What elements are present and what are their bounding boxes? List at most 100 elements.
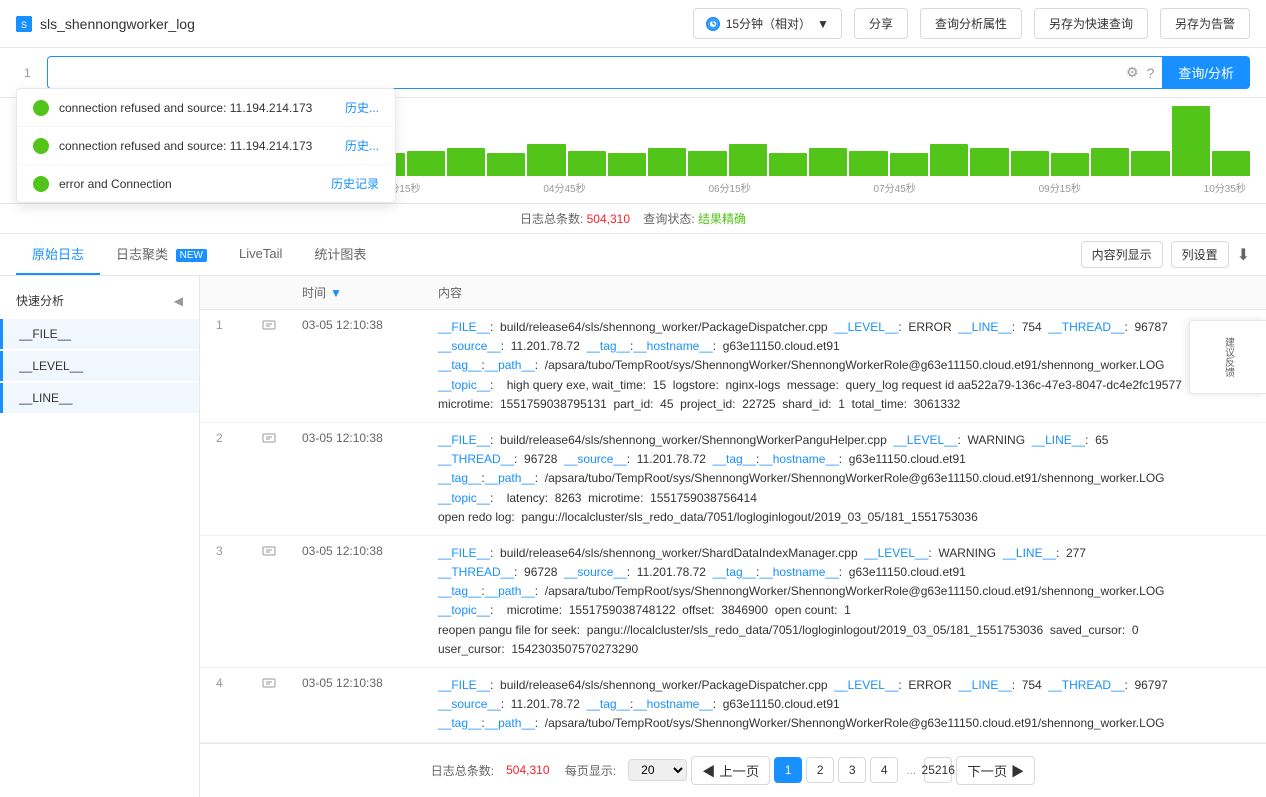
pagination-page-size-label: 每页显示: (562, 762, 617, 779)
row-content: __FILE__: build/release64/sls/shennong_w… (438, 431, 1250, 527)
chart-x-label: 10分35秒 (1204, 180, 1246, 195)
col-header-content: 内容 (438, 284, 1250, 301)
row-time: 03-05 12:10:38 (302, 318, 422, 332)
row-time: 03-05 12:10:38 (302, 544, 422, 558)
svg-text:S: S (21, 20, 27, 30)
chart-bar (1051, 153, 1089, 176)
chevron-right-icon: ▶ (1011, 764, 1024, 779)
sort-icon[interactable]: ▼ (330, 286, 342, 300)
chart-bar (1172, 106, 1210, 176)
dropdown-item[interactable]: connection refused and source: 11.194.21… (17, 127, 395, 165)
chart-bar (849, 151, 887, 176)
stats-query-status-value: 结果精确 (698, 212, 746, 226)
history-icon (33, 176, 49, 192)
page-num-2[interactable]: 2 (806, 757, 834, 783)
history-icon (33, 138, 49, 154)
chevron-down-icon: ▼ (817, 17, 829, 31)
sidebar-title: 快速分析 (16, 292, 64, 309)
search-input-wrap: ⚙ ? 查询/分析 (47, 56, 1250, 89)
history-tag[interactable]: 历史... (345, 137, 379, 154)
share-button[interactable]: 分享 (854, 8, 908, 39)
stats-total-count: 504,310 (587, 212, 630, 226)
time-range-label: 15分钟（相对） (726, 15, 811, 32)
chart-bar (487, 153, 525, 176)
row-num: 2 (216, 431, 246, 445)
page-num-4[interactable]: 4 (870, 757, 898, 783)
sidebar-header: 快速分析 ◀ (0, 284, 199, 317)
save-quick-button[interactable]: 另存为快速查询 (1034, 8, 1148, 39)
feedback-panel: 建议反馈 (1189, 320, 1266, 394)
row-content: __FILE__: build/release64/sls/shennong_w… (438, 318, 1250, 414)
table-row: 2 03-05 12:10:38 __FILE__: build/release… (200, 423, 1266, 536)
next-page-button[interactable]: 下一页 ▶ (956, 756, 1035, 785)
content-display-button[interactable]: 内容列显示 (1081, 241, 1163, 268)
help-icon[interactable]: ? (1147, 65, 1155, 81)
tab-livetail[interactable]: LiveTail (223, 236, 298, 273)
history-icon (33, 100, 49, 116)
chart-bar (568, 151, 606, 176)
page-num-last[interactable]: 25216 (924, 757, 952, 783)
sidebar-item-file[interactable]: __FILE__ (0, 319, 199, 349)
download-icon[interactable]: ⬇ (1237, 245, 1250, 265)
chart-x-label: 06分15秒 (708, 180, 750, 195)
chart-bar (1091, 148, 1129, 176)
page-size-select[interactable]: 20 50 100 (628, 759, 687, 781)
table-row: 3 03-05 12:10:38 __FILE__: build/release… (200, 536, 1266, 668)
chart-bar (447, 148, 485, 176)
history-tag[interactable]: 历史... (345, 99, 379, 116)
chart-bar (527, 144, 565, 176)
sidebar-item-line[interactable]: __LINE__ (0, 383, 199, 413)
row-expand-icon[interactable] (262, 431, 286, 448)
row-time: 03-05 12:10:38 (302, 676, 422, 690)
chart-bar (809, 148, 847, 176)
prev-page-button[interactable]: ◀ 上一页 (691, 756, 770, 785)
tab-stats[interactable]: 统计图表 (298, 234, 382, 275)
row-expand-icon[interactable] (262, 544, 286, 561)
sidebar: 快速分析 ◀ __FILE__ __LEVEL__ __LINE__ (0, 276, 200, 797)
clock-icon (706, 17, 720, 31)
search-area: 1 ⚙ ? 查询/分析 connection refused and sourc… (0, 48, 1266, 98)
pagination-total-label: 日志总条数: (431, 762, 494, 779)
chart-bar (930, 144, 968, 176)
row-expand-icon[interactable] (262, 676, 286, 693)
dropdown-item[interactable]: connection refused and source: 11.194.21… (17, 89, 395, 127)
chart-x-label: 04分45秒 (543, 180, 585, 195)
sidebar-item-level[interactable]: __LEVEL__ (0, 351, 199, 381)
main-content: 快速分析 ◀ __FILE__ __LEVEL__ __LINE__ 时间 ▼ … (0, 276, 1266, 797)
new-badge: NEW (176, 249, 207, 262)
row-content: __FILE__: build/release64/sls/shennong_w… (438, 544, 1250, 659)
chart-bar (729, 144, 767, 176)
dropdown-item-text: connection refused and source: 11.194.21… (59, 101, 335, 115)
tab-log-cluster[interactable]: 日志聚类 NEW (100, 234, 223, 275)
settings-icon[interactable]: ⚙ (1126, 64, 1139, 81)
search-icons: ⚙ ? (1126, 64, 1154, 81)
chart-bar (1011, 151, 1049, 176)
col-header-time: 时间 ▼ (302, 284, 422, 301)
page-num-1[interactable]: 1 (774, 757, 802, 783)
stats-query-status-label: 查询状态: (643, 212, 694, 226)
chart-x-label: 07分45秒 (874, 180, 916, 195)
chart-bar (970, 148, 1008, 176)
app-logo: S sls_shennongworker_log (16, 16, 195, 32)
pagination-total-count: 504,310 (506, 763, 549, 777)
app-title: sls_shennongworker_log (40, 16, 195, 32)
query-analysis-button[interactable]: 查询/分析 (1162, 57, 1250, 88)
row-expand-icon[interactable] (262, 318, 286, 335)
col-settings-button[interactable]: 列设置 (1171, 241, 1229, 268)
sidebar-collapse-icon[interactable]: ◀ (174, 294, 183, 308)
stats-bar: 日志总条数: 504,310 查询状态: 结果精确 (0, 204, 1266, 234)
chevron-left-icon: ◀ (702, 764, 715, 779)
history-tag[interactable]: 历史记录 (331, 175, 379, 192)
dropdown-item-text: connection refused and source: 11.194.21… (59, 139, 335, 153)
sidebar-item-label: __FILE__ (19, 327, 71, 341)
tab-raw-log[interactable]: 原始日志 (16, 234, 100, 275)
dropdown-item[interactable]: error and Connection 历史记录 (17, 165, 395, 202)
query-attr-button[interactable]: 查询分析属性 (920, 8, 1022, 39)
feedback-button[interactable]: 建议反馈 (1217, 329, 1240, 385)
time-range-button[interactable]: 15分钟（相对） ▼ (693, 8, 842, 39)
logo-icon: S (16, 16, 32, 32)
search-input[interactable] (56, 65, 1126, 80)
row-time: 03-05 12:10:38 (302, 431, 422, 445)
page-num-3[interactable]: 3 (838, 757, 866, 783)
save-alert-button[interactable]: 另存为告警 (1160, 8, 1250, 39)
